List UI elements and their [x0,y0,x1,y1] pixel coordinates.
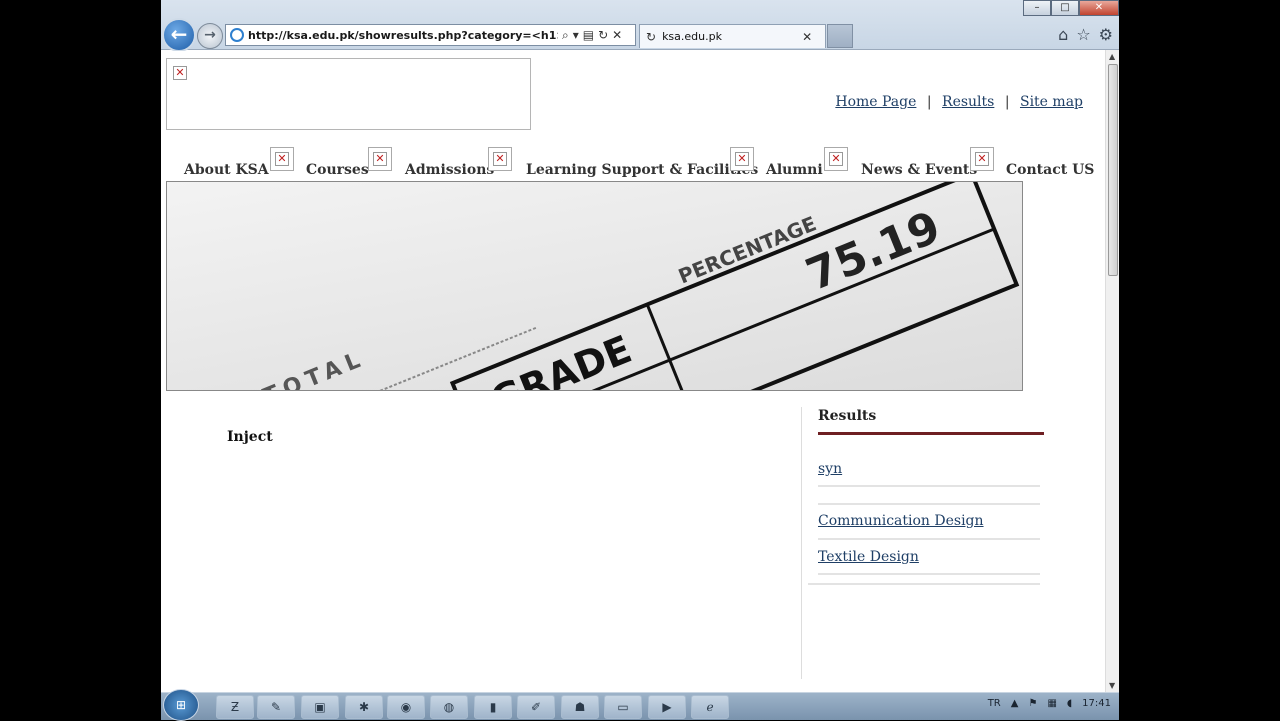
back-button[interactable]: ← [162,18,196,52]
browser-window: – □ ✕ ← → http://ksa.edu.pk/showresults.… [161,0,1119,720]
menu-courses[interactable]: Courses [306,162,369,178]
banner-percentage-value: 75.19 [799,202,947,301]
compat-view-icon[interactable]: ▤ [583,28,594,42]
sidebar-title-rule [818,432,1044,435]
sidebar-line [808,583,1040,585]
maximize-button[interactable]: □ [1051,0,1079,16]
menu-separator-broken-image: ✕ [270,147,294,171]
tab-ksa[interactable]: ↻ ksa.edu.pk ✕ [639,24,826,48]
banner-image: TOTAL GRADE A PERCENTAGE 75.19 [166,181,1023,391]
menu-separator-broken-image: ✕ [824,147,848,171]
window-controls: – □ ✕ [1023,0,1119,16]
start-button[interactable]: ⊞ [163,689,199,721]
broken-image-icon: ✕ [373,152,387,166]
taskbar-app-icon[interactable]: ✱ [345,695,383,719]
new-tab-button[interactable] [827,24,853,48]
stop-icon[interactable]: ✕ [612,28,622,42]
broken-image-icon: ✕ [735,152,749,166]
loading-spinner-icon: ↻ [646,29,657,44]
vertical-scrollbar[interactable]: ▲ ▼ [1105,50,1119,692]
sidebar-line [818,485,1040,487]
main-menu: About KSA ✕ Courses ✕ Admissions ✕ Learn… [161,147,1105,183]
link-separator: | [926,94,932,110]
menu-alumni[interactable]: Alumni [766,162,823,178]
close-window-button[interactable]: ✕ [1079,0,1119,16]
sidebar-title: Results [818,408,877,424]
sidebar-line [818,538,1040,540]
banner-total-text: TOTAL [260,346,370,391]
web-page: ✕ Home Page | Results | Site map About K… [161,51,1105,692]
banner-percentage-text: PERCENTAGE [675,211,820,288]
ie-favicon-icon [230,28,244,42]
menu-news-events[interactable]: News & Events [861,162,977,178]
network-icon[interactable]: ▦ [1047,698,1056,709]
browser-toolbar-right: ⌂ ☆ ⚙ [1058,25,1113,44]
tab-title: ksa.edu.pk [662,30,722,43]
dropdown-icon[interactable]: ▾ [573,28,579,42]
broken-image-icon: ✕ [493,152,507,166]
address-url[interactable]: http://ksa.edu.pk/showresults.php?catego… [248,29,558,42]
menu-about-ksa[interactable]: About KSA [184,162,269,178]
language-indicator[interactable]: TR [988,698,1001,709]
link-separator: | [1004,94,1010,110]
broken-image-icon: ✕ [173,66,187,80]
system-tray: TR ▲ ⚑ ▦ ◖ 17:41 [988,698,1111,709]
menu-admissions[interactable]: Admissions [405,162,494,178]
tools-icon[interactable]: ⚙ [1099,25,1113,44]
favorites-icon[interactable]: ☆ [1076,25,1090,44]
top-links: Home Page | Results | Site map [835,94,1083,110]
taskbar-firefox-icon[interactable]: ◍ [430,695,468,719]
menu-separator-broken-image: ✕ [488,147,512,171]
taskbar-app-icon[interactable]: ✐ [517,695,555,719]
taskbar-notepad-icon[interactable]: ✎ [257,695,295,719]
taskbar-media-icon[interactable]: ▶ [648,695,686,719]
sidebar-line [818,573,1040,575]
refresh-icon[interactable]: ↻ [598,28,608,42]
site-map-link[interactable]: Site map [1020,94,1083,110]
grade-sheet-illustration: TOTAL GRADE A PERCENTAGE 75.19 [260,182,1020,391]
menu-separator-broken-image: ✕ [368,147,392,171]
menu-separator-broken-image: ✕ [970,147,994,171]
taskbar-folder-icon[interactable]: ▭ [604,695,642,719]
taskbar-app-icon[interactable]: ☗ [561,695,599,719]
search-icon[interactable]: ⌕ [562,28,569,43]
menu-contact-us[interactable]: Contact US [1006,162,1094,178]
clock[interactable]: 17:41 [1082,698,1111,709]
taskbar-app-icon[interactable]: ▮ [474,695,512,719]
sidebar-link-communication-design[interactable]: Communication Design [818,513,984,529]
sidebar-link-syn[interactable]: syn [818,461,842,477]
sidebar-link-textile-design[interactable]: Textile Design [818,549,919,565]
windows-taskbar: ⊞ Ƶ ✎ ▣ ✱ ◉ ◍ ▮ ✐ ☗ ▭ ▶ ℯ TR ▲ ⚑ ▦ ◖ 17:… [161,689,1119,721]
results-link[interactable]: Results [942,94,994,110]
broken-image-icon: ✕ [829,152,843,166]
scroll-thumb[interactable] [1108,64,1118,276]
taskbar-app-icon[interactable]: ◉ [387,695,425,719]
forward-button[interactable]: → [197,23,223,49]
home-page-link[interactable]: Home Page [835,94,916,110]
sidebar-line [818,503,1040,505]
tab-close-icon[interactable]: ✕ [802,30,812,44]
site-logo-broken[interactable]: ✕ [166,58,531,130]
home-icon[interactable]: ⌂ [1058,25,1068,44]
menu-separator-broken-image: ✕ [730,147,754,171]
address-bar[interactable]: http://ksa.edu.pk/showresults.php?catego… [225,24,636,46]
minimize-button[interactable]: – [1023,0,1051,16]
banner-table-col-line [645,303,694,390]
broken-image-icon: ✕ [975,152,989,166]
scroll-up-arrow-icon[interactable]: ▲ [1109,52,1115,61]
sidebar-divider [801,407,802,679]
content-heading: Inject [227,429,273,445]
browser-chrome: – □ ✕ ← → http://ksa.edu.pk/showresults.… [161,0,1119,52]
menu-learning-support[interactable]: Learning Support & Facilities [526,162,758,178]
tray-flag-icon[interactable]: ⚑ [1028,698,1037,709]
tray-expand-icon[interactable]: ▲ [1011,698,1019,709]
scroll-down-arrow-icon[interactable]: ▼ [1109,681,1115,690]
taskbar-ie-icon[interactable]: ℯ [691,695,729,719]
volume-icon[interactable]: ◖ [1067,698,1072,709]
taskbar-app-icon[interactable]: ▣ [301,695,339,719]
broken-image-icon: ✕ [275,152,289,166]
taskbar-filezilla-icon[interactable]: Ƶ [216,695,254,719]
